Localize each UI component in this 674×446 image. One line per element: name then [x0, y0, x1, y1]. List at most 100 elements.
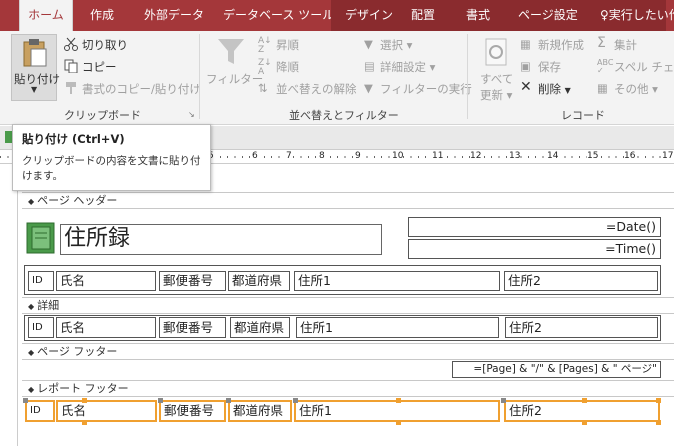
tab-create[interactable]: 作成 [90, 0, 114, 31]
ruler-label: 14 [547, 151, 559, 161]
filter-button[interactable]: フィルター [206, 71, 263, 87]
report-title[interactable]: 住所録 [60, 224, 382, 255]
totals-button[interactable]: 集計 [614, 37, 637, 53]
header-prefecture[interactable]: 都道府県 [228, 271, 290, 291]
sort-ascending-button[interactable]: 昇順 [276, 37, 299, 53]
header-name[interactable]: 氏名 [56, 271, 156, 291]
footer-field-name[interactable]: 氏名 [56, 400, 157, 422]
advanced-button[interactable]: 詳細設定 ▾ [380, 59, 435, 75]
report-footer-band[interactable]: ◆ レポート フッター [22, 380, 674, 397]
format-painter-icon [66, 82, 76, 94]
resize-handle[interactable] [582, 398, 587, 403]
ribbon: 貼り付け ▼ 切り取り コピー 書式のコピー/貼り付け クリップボード ↘ フィ… [0, 31, 674, 125]
page-number-field[interactable]: =[Page] & "/" & [Pages] & " ページ" [452, 361, 661, 378]
selection-filter-icon: ▼ [364, 37, 373, 51]
clear-sort-button[interactable]: 並べ替えの解除 [276, 81, 357, 97]
footer-field-address2[interactable]: 住所2 [504, 400, 660, 422]
field-address1[interactable]: 住所1 [296, 317, 499, 338]
records-group-label: レコード [561, 109, 605, 122]
field-name[interactable]: 氏名 [56, 317, 156, 338]
copy-button[interactable]: コピー [82, 59, 117, 75]
resize-handle[interactable] [82, 420, 87, 425]
footer-field-address1[interactable]: 住所1 [294, 400, 500, 422]
advanced-filter-icon: ▤ [364, 59, 375, 73]
paste-tooltip: 貼り付け (Ctrl+V) クリップボードの内容を文書に貼り付けます。 [12, 124, 211, 191]
filter-icon [218, 39, 244, 64]
sort-descending-icon: Z↓ A [258, 58, 272, 77]
resize-handle[interactable] [656, 420, 661, 425]
save-icon: ▣ [520, 59, 531, 73]
field-prefecture[interactable]: 都道府県 [230, 317, 290, 338]
move-handle[interactable] [501, 398, 506, 403]
tab-page-setup[interactable]: ページ設定 [518, 0, 578, 31]
header-postal[interactable]: 郵便番号 [159, 271, 226, 291]
footer-field-prefecture[interactable]: 都道府県 [228, 400, 292, 422]
scissors-icon [64, 37, 78, 51]
dialog-launcher-icon[interactable]: ↘ [188, 110, 195, 119]
header-id[interactable]: ID [28, 271, 54, 291]
ruler-label: 12 [470, 151, 482, 161]
clear-sort-icon: ⇅ [258, 81, 268, 95]
header-address1[interactable]: 住所1 [294, 271, 500, 291]
separator [199, 34, 200, 119]
field-id[interactable]: ID [28, 317, 54, 338]
footer-field-id[interactable]: ID [25, 400, 55, 422]
ruler-label: 16 [624, 151, 636, 161]
tooltip-description: クリップボードの内容を文書に貼り付けます。 [22, 155, 201, 182]
format-painter-button[interactable]: 書式のコピー/貼り付け [82, 81, 201, 97]
resize-handle[interactable] [396, 420, 401, 425]
move-handle[interactable] [23, 398, 28, 403]
move-handle[interactable] [158, 398, 163, 403]
move-handle[interactable] [293, 398, 298, 403]
page-header-band[interactable]: ◆ ページ ヘッダー [22, 192, 674, 209]
tab-external-data[interactable]: 外部データ [144, 0, 204, 31]
tab-format[interactable]: 書式 [466, 0, 490, 31]
detail-band[interactable]: ◆ 詳細 [22, 297, 674, 314]
sigma-icon: Σ [597, 35, 606, 51]
paste-button[interactable]: 貼り付け ▼ [11, 34, 60, 101]
date-field[interactable]: =Date() [408, 217, 661, 237]
copy-icon [64, 59, 78, 73]
footer-field-postal[interactable]: 郵便番号 [159, 400, 226, 422]
toggle-filter-icon: ▼ [364, 81, 373, 95]
resize-handle[interactable] [656, 398, 661, 403]
ruler-label: 11 [432, 151, 444, 161]
refresh-all-button[interactable]: すべて 更新 ▾ [480, 71, 513, 103]
spelling-icon: ABC ✓ [597, 58, 614, 75]
selection-button[interactable]: 選択 ▾ [380, 37, 412, 53]
sort-descending-button[interactable]: 降順 [276, 59, 299, 75]
tab-database-tools[interactable]: データベース ツール [223, 0, 334, 31]
new-record-icon: ▦ [520, 37, 531, 51]
refresh-icon [485, 38, 507, 66]
delete-button[interactable]: 削除 ▼ [538, 81, 571, 97]
tab-design[interactable]: デザイン [345, 0, 393, 31]
cut-button[interactable]: 切り取り [82, 37, 128, 53]
page-header-section: 住所録 =Date() =Time() ID 氏名 郵便番号 都道府県 住所1 … [22, 210, 674, 296]
save-button[interactable]: 保存 [538, 59, 561, 75]
ruler-label: 9 [355, 151, 361, 161]
spelling-button[interactable]: スペル チェック [614, 59, 674, 75]
tab-home[interactable]: ホーム [19, 0, 73, 31]
resize-handle[interactable] [82, 398, 87, 403]
toggle-filter-button[interactable]: フィルターの実行 [380, 81, 472, 97]
resize-handle[interactable] [582, 420, 587, 425]
more-button[interactable]: その他 ▾ [614, 81, 658, 97]
report-footer-section: ID 氏名 郵便番号 都道府県 住所1 住所2 [22, 398, 674, 426]
header-address2[interactable]: 住所2 [504, 271, 658, 291]
time-field[interactable]: =Time() [408, 239, 661, 259]
field-postal[interactable]: 郵便番号 [159, 317, 226, 338]
lightbulb-icon: ♀ [600, 8, 609, 22]
paste-dropdown-icon[interactable]: ▼ [31, 85, 37, 94]
ruler-label: 8 [319, 151, 325, 161]
field-address2[interactable]: 住所2 [505, 317, 658, 338]
resize-handle[interactable] [396, 398, 401, 403]
ruler-label: 10 [392, 151, 404, 161]
page-footer-band[interactable]: ◆ ページ フッター [22, 343, 674, 360]
tooltip-title: 貼り付け (Ctrl+V) [22, 132, 125, 146]
tell-me-box[interactable]: ♀実行したい作業 [600, 0, 674, 31]
clipboard-group-label: クリップボード [64, 109, 141, 122]
report-logo-icon[interactable] [26, 222, 56, 254]
new-record-button[interactable]: 新規作成 [538, 37, 584, 53]
move-handle[interactable] [226, 398, 231, 403]
tab-arrange[interactable]: 配置 [411, 0, 435, 31]
